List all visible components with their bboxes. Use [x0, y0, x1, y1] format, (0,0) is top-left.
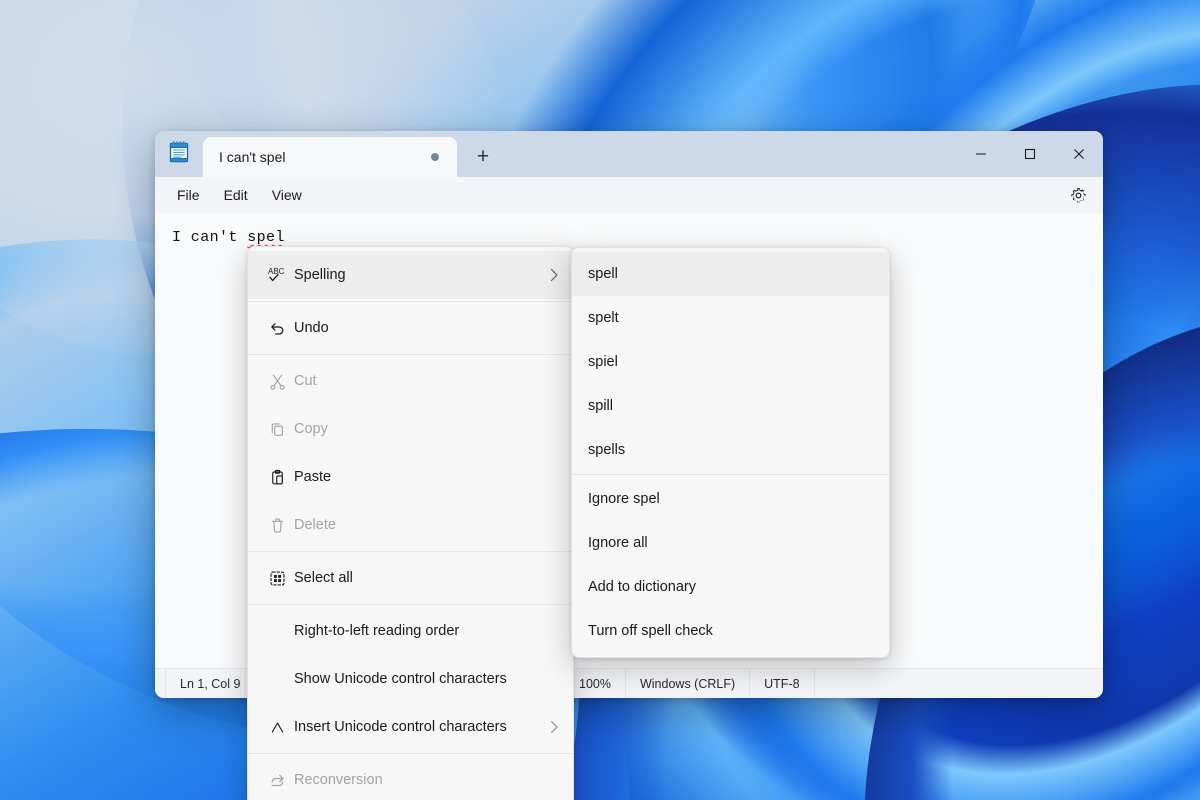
misspelled-word[interactable]: spel	[247, 229, 285, 246]
context-menu-item-label: Undo	[294, 320, 559, 336]
text-segment: I can't	[172, 229, 247, 246]
new-tab-button[interactable]: +	[463, 137, 503, 177]
tab-title: I can't spel	[219, 149, 431, 165]
status-zoom-level[interactable]: 100%	[565, 669, 626, 699]
context-menu-item-rtl-reading-order[interactable]: Right-to-left reading order	[248, 607, 573, 655]
context-menu-item-label: Paste	[294, 469, 559, 485]
reconversion-icon	[260, 771, 294, 790]
chevron-right-icon	[550, 268, 559, 282]
minimize-button[interactable]	[956, 131, 1005, 177]
desktop-wallpaper: I can't spel + File Edit View	[0, 0, 1200, 800]
submenu-item-ignore-spel[interactable]: Ignore spel	[572, 477, 889, 521]
spelling-submenu: spell spelt spiel spill spells Ignore sp…	[571, 247, 890, 658]
menu-separator	[248, 301, 573, 302]
chevron-right-icon	[550, 720, 559, 734]
select-all-icon	[260, 569, 294, 588]
submenu-item-ignore-all[interactable]: Ignore all	[572, 521, 889, 565]
context-menu-item-delete: Delete	[248, 501, 573, 549]
copy-icon	[260, 420, 294, 439]
maximize-button[interactable]	[1005, 131, 1054, 177]
suggestion-item-spelt[interactable]: spelt	[572, 296, 889, 340]
context-menu-item-label: Select all	[294, 570, 559, 586]
menu-separator	[248, 753, 573, 754]
clipboard-icon	[260, 468, 294, 487]
suggestion-item-spells[interactable]: spells	[572, 428, 889, 472]
abc-spellcheck-icon: ABC	[260, 265, 294, 285]
context-menu-item-insert-unicode-control-characters[interactable]: Insert Unicode control characters	[248, 703, 573, 751]
context-menu-item-label: Right-to-left reading order	[294, 623, 559, 639]
menu-separator	[248, 604, 573, 605]
context-menu-item-spelling[interactable]: ABC Spelling	[248, 251, 573, 299]
document-text: I can't spel	[172, 229, 1103, 246]
submenu-item-turn-off-spell-check[interactable]: Turn off spell check	[572, 609, 889, 653]
menu-separator	[248, 354, 573, 355]
menu-view[interactable]: View	[260, 182, 314, 208]
undo-icon	[260, 319, 294, 338]
menu-separator	[248, 551, 573, 552]
trash-icon	[260, 516, 294, 535]
notepad-icon	[155, 131, 203, 177]
context-menu-item-label: Spelling	[294, 267, 542, 283]
title-bar: I can't spel +	[155, 131, 1103, 177]
close-button[interactable]	[1054, 131, 1103, 177]
suggestion-item-spiel[interactable]: spiel	[572, 340, 889, 384]
menu-file[interactable]: File	[165, 182, 212, 208]
context-menu-item-undo[interactable]: Undo	[248, 304, 573, 352]
scissors-icon	[260, 372, 294, 391]
context-menu-item-paste[interactable]: Paste	[248, 453, 573, 501]
status-encoding[interactable]: UTF-8	[750, 669, 814, 699]
svg-text:ABC: ABC	[268, 267, 285, 276]
context-menu-item-show-unicode-control-characters[interactable]: Show Unicode control characters	[248, 655, 573, 703]
suggestion-item-spell[interactable]: spell	[572, 252, 889, 296]
context-menu-item-reconversion: Reconversion	[248, 756, 573, 800]
context-menu-item-select-all[interactable]: Select all	[248, 554, 573, 602]
caret-up-icon	[260, 718, 294, 737]
window-controls	[956, 131, 1103, 177]
context-menu-item-label: Copy	[294, 421, 559, 437]
context-menu: ABC Spelling Undo	[247, 246, 574, 800]
context-menu-item-label: Delete	[294, 517, 559, 533]
menu-edit[interactable]: Edit	[212, 182, 260, 208]
status-line-ending[interactable]: Windows (CRLF)	[626, 669, 750, 699]
suggestion-item-spill[interactable]: spill	[572, 384, 889, 428]
tab-document[interactable]: I can't spel	[203, 137, 457, 177]
context-menu-item-label: Show Unicode control characters	[294, 671, 559, 687]
menu-bar: File Edit View	[155, 177, 1103, 213]
unsaved-indicator-dot	[431, 153, 439, 161]
context-menu-item-cut: Cut	[248, 357, 573, 405]
context-menu-item-label: Reconversion	[294, 772, 559, 788]
context-menu-item-copy: Copy	[248, 405, 573, 453]
menu-separator	[572, 474, 889, 475]
context-menu-item-label: Cut	[294, 373, 559, 389]
context-menu-item-label: Insert Unicode control characters	[294, 719, 542, 735]
gear-icon[interactable]	[1063, 180, 1093, 210]
submenu-item-add-to-dictionary[interactable]: Add to dictionary	[572, 565, 889, 609]
